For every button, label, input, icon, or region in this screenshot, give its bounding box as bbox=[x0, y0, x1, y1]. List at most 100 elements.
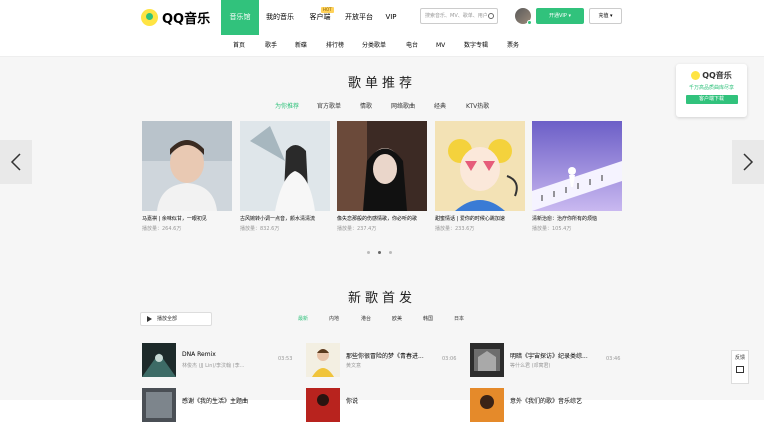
playlist-cover[interactable] bbox=[435, 121, 525, 211]
play-icon bbox=[147, 316, 152, 322]
playlist-playcount: 播放量：237.4万 bbox=[337, 226, 377, 232]
rec-tab-love[interactable]: 情歌 bbox=[360, 101, 372, 110]
playlist-cover[interactable] bbox=[337, 121, 427, 211]
side-tools: 反馈 bbox=[731, 350, 749, 384]
song-cover[interactable] bbox=[142, 388, 176, 422]
carousel-next-button[interactable] bbox=[732, 140, 764, 184]
playlist-card[interactable]: 清新治愈：治疗你所有的烦恼 播放量：105.4万 bbox=[532, 121, 622, 232]
song-cover[interactable] bbox=[142, 343, 176, 377]
nav-music-hall[interactable]: 音乐馆 bbox=[221, 0, 259, 35]
open-vip-button[interactable]: 开通VIP ▾ bbox=[536, 8, 584, 24]
song-duration: 03:06 bbox=[442, 356, 457, 362]
search-icon[interactable] bbox=[488, 13, 494, 19]
subnav-playlist-category[interactable]: 分类歌单 bbox=[362, 35, 386, 57]
rec-tab-official[interactable]: 官方歌单 bbox=[317, 101, 341, 110]
song-title[interactable]: 明暗《宇宙探访》纪录类综... bbox=[510, 351, 588, 360]
playlist-playcount: 播放量：832.6万 bbox=[240, 226, 280, 232]
rec-tab-network[interactable]: 网络歌曲 bbox=[391, 101, 415, 110]
song-item[interactable]: 那些你很冒险的梦《青春进... 黄文意 03:06 bbox=[306, 343, 458, 377]
subnav-mv[interactable]: MV bbox=[436, 35, 445, 57]
song-item[interactable]: DNA Remix 林俊杰 (JJ Lin)/李汶翰 (李... 03:53 bbox=[142, 343, 297, 377]
playlist-name[interactable]: 清新治愈：治疗你所有的烦恼 bbox=[532, 215, 622, 222]
subnav-home[interactable]: 首页 bbox=[233, 35, 245, 57]
qq-music-logo-icon bbox=[691, 71, 701, 80]
song-artist[interactable]: 等什么君 (邓寓君) bbox=[510, 362, 551, 369]
song-duration: 03:53 bbox=[278, 356, 293, 362]
hot-badge: HOT bbox=[321, 7, 334, 13]
page-dot-active[interactable] bbox=[378, 251, 381, 254]
playlist-name[interactable]: 像失恋那般的伤感情歌，你必听的歌 bbox=[337, 215, 427, 222]
carousel-prev-button[interactable] bbox=[0, 140, 32, 184]
song-item[interactable]: 感谢《我的生活》主题曲 bbox=[142, 388, 297, 422]
song-cover[interactable] bbox=[470, 343, 504, 377]
subnav-charts[interactable]: 排行榜 bbox=[326, 35, 344, 57]
nav-open-platform[interactable]: 开放平台 bbox=[340, 0, 378, 35]
rec-tab-for-you[interactable]: 为你推荐 bbox=[275, 101, 299, 110]
playlist-name[interactable]: 甜蜜情话 | 爱你的时候心跳加速 bbox=[435, 215, 525, 222]
top-header: QQ音乐 音乐馆 我的音乐 客户端 HOT 开放平台 VIP 搜索音乐、MV、歌… bbox=[0, 0, 764, 35]
song-item[interactable]: 意外《我们的歌》音乐综艺 bbox=[470, 388, 622, 422]
subnav-tickets[interactable]: 票务 bbox=[507, 35, 519, 57]
new-tab-mainland[interactable]: 内地 bbox=[329, 315, 339, 322]
logo-text: QQ音乐 bbox=[162, 11, 211, 27]
play-all-button[interactable]: 播放全部 bbox=[140, 312, 212, 326]
playlist-cover[interactable] bbox=[532, 121, 622, 211]
nav-my-music[interactable]: 我的音乐 bbox=[261, 0, 299, 35]
song-title[interactable]: 意外《我们的歌》音乐综艺 bbox=[510, 396, 582, 405]
new-tab-latest[interactable]: 最新 bbox=[298, 315, 308, 322]
new-tab-korea[interactable]: 韩国 bbox=[423, 315, 433, 322]
song-title[interactable]: DNA Remix bbox=[182, 351, 216, 358]
sub-navigation: 首页 歌手 新碟 排行榜 分类歌单 电台 MV 数字专辑 票务 bbox=[0, 35, 764, 57]
page-dot[interactable] bbox=[367, 251, 370, 254]
playlist-playcount: 播放量：105.4万 bbox=[532, 226, 572, 232]
search-placeholder: 搜索音乐、MV、歌单、用户 bbox=[425, 13, 488, 19]
song-cover[interactable] bbox=[306, 343, 340, 377]
song-artist[interactable]: 黄文意 bbox=[346, 362, 361, 369]
playlist-cover[interactable] bbox=[142, 121, 232, 211]
client-download-card: QQ音乐 千万高品质曲库尽享 客户端下载 bbox=[676, 64, 747, 117]
new-songs-title: 新歌首发 bbox=[347, 291, 416, 306]
new-tab-hktw[interactable]: 港台 bbox=[361, 315, 371, 322]
feedback-button[interactable]: 反馈 bbox=[732, 354, 748, 361]
playlist-card[interactable]: 马嘉祺 | 余味似甘，一眼初见 播放量：264.6万 bbox=[142, 121, 232, 232]
page-dot[interactable] bbox=[389, 251, 392, 254]
song-cover[interactable] bbox=[470, 388, 504, 422]
rec-tab-ktv[interactable]: KTV热歌 bbox=[466, 101, 489, 110]
song-title[interactable]: 你说 bbox=[346, 396, 358, 405]
playlist-name[interactable]: 古风婉转小调一点音，颜水清清流 bbox=[240, 215, 330, 222]
song-item[interactable]: 你说 bbox=[306, 388, 458, 422]
user-avatar[interactable] bbox=[515, 8, 532, 25]
new-tab-japan[interactable]: 日本 bbox=[454, 315, 464, 322]
nav-vip[interactable]: VIP bbox=[380, 0, 402, 35]
play-all-label: 播放全部 bbox=[157, 316, 178, 322]
song-title[interactable]: 感谢《我的生活》主题曲 bbox=[182, 396, 248, 405]
search-input[interactable]: 搜索音乐、MV、歌单、用户 bbox=[420, 8, 498, 24]
qq-music-logo[interactable]: QQ音乐 bbox=[141, 8, 211, 27]
logo-icon bbox=[141, 8, 158, 26]
playlist-card[interactable]: 甜蜜情话 | 爱你的时候心跳加速 播放量：233.6万 bbox=[435, 121, 525, 232]
subnav-digital-album[interactable]: 数字专辑 bbox=[464, 35, 488, 57]
subnav-singer[interactable]: 歌手 bbox=[265, 35, 277, 57]
playlist-card[interactable]: 像失恋那般的伤感情歌，你必听的歌 播放量：237.4万 bbox=[337, 121, 427, 232]
playlist-cover[interactable] bbox=[240, 121, 330, 211]
song-item[interactable]: 明暗《宇宙探访》纪录类综... 等什么君 (邓寓君) 03:46 bbox=[470, 343, 622, 377]
song-artist[interactable]: 林俊杰 (JJ Lin)/李汶翰 (李... bbox=[182, 362, 244, 369]
ad-subtitle: 千万高品质曲库尽享 bbox=[688, 85, 734, 91]
song-title[interactable]: 那些你很冒险的梦《青春进... bbox=[346, 351, 424, 360]
nav-client[interactable]: 客户端 bbox=[302, 0, 338, 35]
new-tab-western[interactable]: 欧美 bbox=[392, 315, 402, 322]
ad-logo-text: QQ音乐 bbox=[702, 71, 732, 80]
mini-player-icon[interactable] bbox=[736, 366, 744, 373]
client-download-button[interactable]: 客户端下载 bbox=[685, 95, 738, 104]
song-cover[interactable] bbox=[306, 388, 340, 422]
playlist-name[interactable]: 马嘉祺 | 余味似甘，一眼初见 bbox=[142, 215, 232, 222]
subnav-radio[interactable]: 电台 bbox=[406, 35, 418, 57]
vip-dot-icon bbox=[527, 20, 532, 25]
playlist-playcount: 播放量：264.6万 bbox=[142, 226, 182, 232]
rec-tab-classic[interactable]: 经典 bbox=[434, 101, 446, 110]
subnav-new-album[interactable]: 新碟 bbox=[295, 35, 307, 57]
chevron-right-icon bbox=[743, 153, 754, 171]
playlist-card[interactable]: 古风婉转小调一点音，颜水清清流 播放量：832.6万 bbox=[240, 121, 330, 232]
recharge-button[interactable]: 充值 ▾ bbox=[589, 8, 622, 24]
chevron-left-icon bbox=[10, 153, 21, 171]
